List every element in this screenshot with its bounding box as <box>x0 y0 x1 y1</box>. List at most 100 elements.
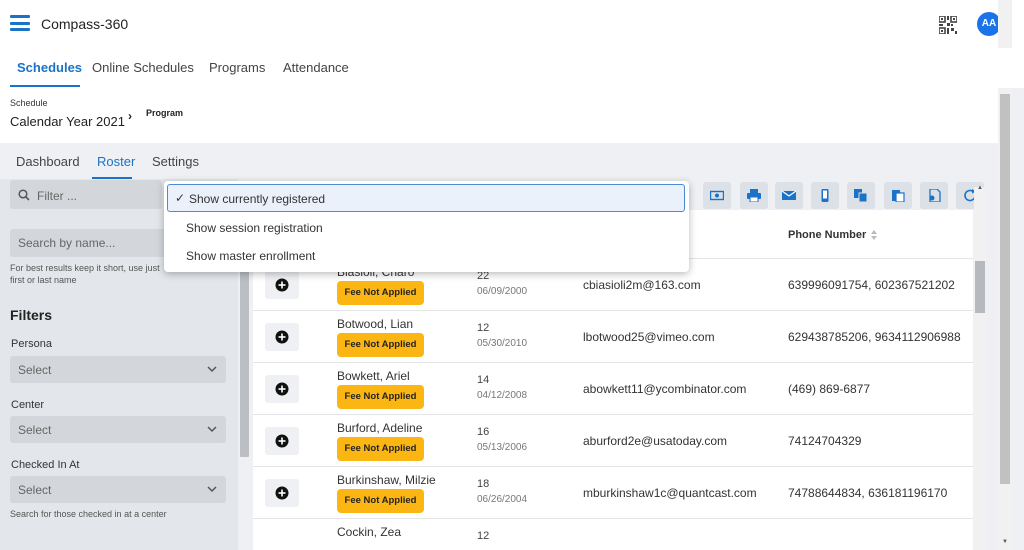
mobile-button[interactable] <box>811 182 839 209</box>
student-name[interactable]: Cockin, Zea <box>337 525 401 539</box>
sort-icon[interactable] <box>870 229 878 241</box>
student-email: mburkinshaw1c@quantcast.com <box>583 486 757 500</box>
table-row[interactable]: Burford, Adeline Fee Not Applied 16 05/1… <box>253 414 973 466</box>
clipboard-icon <box>892 190 905 202</box>
student-phone: (469) 869-6877 <box>788 382 871 396</box>
expand-row-button[interactable] <box>265 375 299 403</box>
center-select-value: Select <box>18 423 52 437</box>
fee-status-badge: Fee Not Applied <box>337 281 424 305</box>
student-dob: 05/13/2006 <box>477 442 528 453</box>
table-scrollbar-thumb[interactable] <box>975 261 985 313</box>
plus-circle-icon <box>275 486 289 500</box>
student-name[interactable]: Burkinshaw, Milzie <box>337 473 436 487</box>
table-row[interactable]: Cockin, Zea 12 <box>253 518 973 550</box>
center-select[interactable]: Select <box>10 416 226 443</box>
money-button[interactable] <box>703 182 731 209</box>
file-user-icon <box>929 189 941 202</box>
table-scrollbar[interactable]: ▲ <box>974 185 986 550</box>
main-tabs: Schedules Online Schedules Programs Atte… <box>0 48 1024 88</box>
expand-row-button[interactable] <box>265 479 299 507</box>
clipboard-button[interactable] <box>884 182 912 209</box>
page-scrollbar-thumb[interactable] <box>1000 94 1010 484</box>
file-user-button[interactable] <box>920 182 948 209</box>
breadcrumb: Schedule Calendar Year 2021 › Program <box>0 88 1000 143</box>
expand-row-button[interactable] <box>265 271 299 299</box>
checked-in-at-label: Checked In At <box>11 459 80 471</box>
copy-icon <box>854 189 868 202</box>
plus-circle-icon <box>275 278 289 292</box>
plus-circle-icon <box>275 434 289 448</box>
expand-row-button[interactable] <box>265 323 299 351</box>
top-bar: Compass-360 AA <box>0 0 1024 48</box>
dropdown-option-session-registration[interactable]: Show session registration <box>186 221 323 235</box>
tab-roster[interactable]: Roster <box>97 154 135 169</box>
checked-in-at-select-value: Select <box>18 483 52 497</box>
chevron-down-icon <box>207 426 217 433</box>
breadcrumb-program[interactable]: Program <box>146 108 183 118</box>
student-name[interactable]: Botwood, Lian <box>337 317 413 331</box>
scroll-down-arrow-icon[interactable]: ▼ <box>1002 539 1008 545</box>
sub-tabs: Dashboard Roster Settings <box>0 143 1000 179</box>
student-email: aburford2e@usatoday.com <box>583 434 728 448</box>
tab-programs[interactable]: Programs <box>209 60 265 75</box>
student-email: cbiasioli2m@163.com <box>583 278 701 292</box>
tab-online-schedules[interactable]: Online Schedules <box>92 60 194 75</box>
dropdown-option-label: Show currently registered <box>189 192 326 206</box>
fee-status-badge: Fee Not Applied <box>337 437 424 461</box>
page-scrollbar[interactable]: ▼ <box>998 88 1012 550</box>
table-row[interactable]: Botwood, Lian Fee Not Applied 12 05/30/2… <box>253 310 973 362</box>
expand-row-button[interactable] <box>265 427 299 455</box>
scroll-up-arrow-icon[interactable]: ▲ <box>977 185 983 191</box>
table-row[interactable]: Burkinshaw, Milzie Fee Not Applied 18 06… <box>253 466 973 518</box>
search-icon <box>18 189 30 201</box>
dropdown-option-master-enrollment[interactable]: Show master enrollment <box>186 249 315 263</box>
email-button[interactable] <box>775 182 803 209</box>
print-icon <box>747 189 761 202</box>
filter-input[interactable] <box>10 180 162 209</box>
fee-status-badge: Fee Not Applied <box>337 489 424 513</box>
app-title: Compass-360 <box>41 16 129 32</box>
student-age: 12 <box>477 530 490 542</box>
student-age: 14 <box>477 374 490 386</box>
tab-dashboard[interactable]: Dashboard <box>16 154 80 169</box>
table-row[interactable]: Bowkett, Ariel Fee Not Applied 14 04/12/… <box>253 362 973 414</box>
student-age: 18 <box>477 478 490 490</box>
active-tab-indicator <box>10 85 80 87</box>
email-icon <box>782 190 796 200</box>
student-dob: 04/12/2008 <box>477 390 528 401</box>
dropdown-option-currently-registered[interactable]: ✓ Show currently registered <box>167 184 685 212</box>
tab-settings[interactable]: Settings <box>152 154 199 169</box>
student-name[interactable]: Burford, Adeline <box>337 421 422 435</box>
search-by-name-placeholder: Search by name... <box>18 236 116 250</box>
phone-number-header[interactable]: Phone Number <box>788 229 866 241</box>
plus-circle-icon <box>275 382 289 396</box>
student-phone: 639996091754, 602367521202 <box>788 278 955 292</box>
registration-view-dropdown: ✓ Show currently registered Show session… <box>164 181 689 272</box>
center-label: Center <box>11 399 45 411</box>
money-icon <box>710 190 724 201</box>
persona-select[interactable]: Select <box>10 356 226 383</box>
qr-code-icon[interactable] <box>939 16 957 34</box>
student-phone: 74124704329 <box>788 434 862 448</box>
tab-schedules[interactable]: Schedules <box>17 60 82 75</box>
fee-status-badge: Fee Not Applied <box>337 385 424 409</box>
chevron-down-icon <box>207 366 217 373</box>
search-hint: For best results keep it short, use just… <box>10 263 160 285</box>
fee-status-badge: Fee Not Applied <box>337 333 424 357</box>
student-phone: 629438785206, 9634112906988 <box>788 330 961 344</box>
mobile-icon <box>821 189 829 202</box>
student-dob: 06/09/2000 <box>477 286 528 297</box>
checked-in-hint: Search for those checked in at a center <box>10 509 167 519</box>
checked-in-at-select[interactable]: Select <box>10 476 226 503</box>
breadcrumb-schedule-value[interactable]: Calendar Year 2021 <box>10 114 125 129</box>
chevron-right-icon: › <box>128 109 132 123</box>
filters-heading: Filters <box>10 307 53 323</box>
student-name[interactable]: Bowkett, Ariel <box>337 369 410 383</box>
print-button[interactable] <box>740 182 768 209</box>
copy-button[interactable] <box>847 182 875 209</box>
student-age: 16 <box>477 426 490 438</box>
hamburger-menu-icon[interactable] <box>10 15 30 31</box>
student-email: lbotwood25@vimeo.com <box>583 330 715 344</box>
persona-label: Persona <box>11 338 52 350</box>
tab-attendance[interactable]: Attendance <box>283 60 349 75</box>
